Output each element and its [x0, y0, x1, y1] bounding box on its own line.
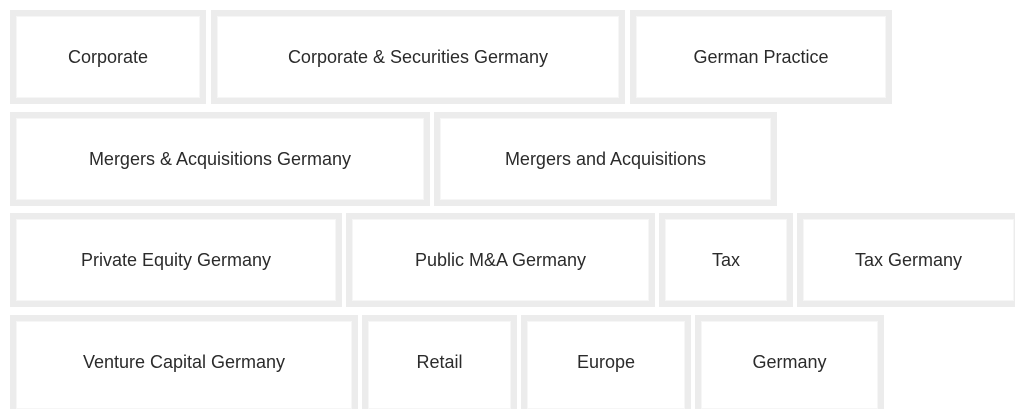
tag-public-ma-germany[interactable]: Public M&A Germany — [346, 213, 655, 307]
tag-tax-germany[interactable]: Tax Germany — [797, 213, 1015, 307]
tag-corporate[interactable]: Corporate — [10, 10, 206, 104]
tag-germany[interactable]: Germany — [695, 315, 884, 409]
tag-tax[interactable]: Tax — [659, 213, 793, 307]
tag-german-practice[interactable]: German Practice — [630, 10, 892, 104]
tag-mergers-acquisitions-germany[interactable]: Mergers & Acquisitions Germany — [10, 112, 430, 206]
tag-mergers-and-acquisitions[interactable]: Mergers and Acquisitions — [434, 112, 777, 206]
tag-retail[interactable]: Retail — [362, 315, 517, 409]
tag-venture-capital-germany[interactable]: Venture Capital Germany — [10, 315, 358, 409]
tag-europe[interactable]: Europe — [521, 315, 691, 409]
tag-private-equity-germany[interactable]: Private Equity Germany — [10, 213, 342, 307]
tag-cloud: Corporate Corporate & Securities Germany… — [0, 0, 1015, 409]
tag-corporate-securities-germany[interactable]: Corporate & Securities Germany — [211, 10, 625, 104]
